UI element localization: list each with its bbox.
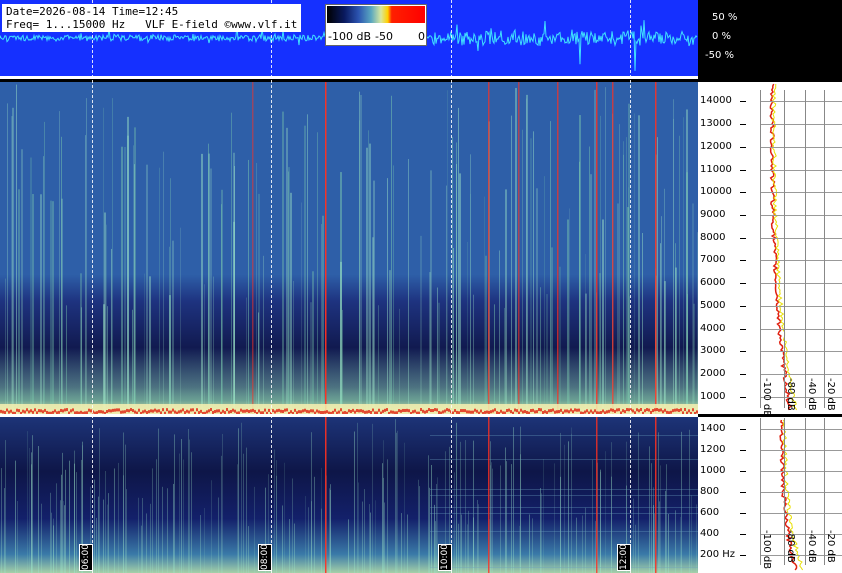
waveform-scale-50: 50 % [712, 12, 738, 23]
hour-gridline [271, 0, 272, 573]
profile-gridline [760, 373, 842, 375]
frequency-tickmark [740, 101, 746, 103]
frequency-tick-label: 800 [700, 485, 720, 497]
hour-gridline [630, 0, 631, 573]
frequency-tickmark [740, 169, 746, 171]
frequency-tickmark [740, 533, 746, 535]
profile-gridline [760, 491, 842, 493]
frequency-tickmark [740, 470, 746, 472]
info-frequency: Freq= 1...15000 Hz VLF E-field ©www.vlf.… [6, 18, 298, 31]
profile-gridline [760, 283, 842, 285]
color-scale-bar [327, 6, 425, 23]
profile-gridline [760, 169, 842, 171]
frequency-tickmark [740, 214, 746, 216]
profile-gridline [784, 90, 785, 408]
frequency-tick-label: 400 [700, 527, 720, 539]
time-marker: 12:00 [617, 544, 631, 571]
db-axis-label: -40 dB [806, 530, 817, 563]
frequency-tickmark [740, 283, 746, 285]
frequency-tick-label: 4000 [700, 322, 726, 334]
vlf-spectrogram-window: Date=2026-08-14 Time=12:45 Freq= 1...150… [0, 0, 842, 573]
waveform-panel: Date=2026-08-14 Time=12:45 Freq= 1...150… [0, 0, 698, 76]
db-axis-label: -100 dB [761, 530, 772, 570]
db-axis-label: -40 dB [806, 378, 817, 411]
time-marker: 06:00 [79, 544, 93, 571]
frequency-tickmark [740, 512, 746, 514]
profile-gridline [760, 328, 842, 330]
profile-gridline [760, 214, 842, 216]
frequency-tickmark [740, 237, 746, 239]
frequency-tick-label: 6000 [700, 277, 726, 289]
frequency-tickmark [740, 351, 746, 353]
spectrum-profile-high-band [698, 82, 842, 414]
frequency-tick-label: 1000 [700, 390, 726, 402]
db-axis-label: -20 dB [825, 378, 836, 411]
frequency-tick-label: 7000 [700, 254, 726, 266]
profile-gridline [760, 512, 842, 514]
frequency-tickmark [740, 192, 746, 194]
profile-gridline [760, 428, 842, 430]
spectrogram-low-band [0, 417, 698, 573]
waveform-scale-0: 0 % [712, 31, 732, 42]
frequency-tick-label: 600 [700, 506, 720, 518]
frequency-tick-label: 200 Hz [700, 548, 736, 560]
profile-gridline [760, 192, 842, 194]
frequency-tick-label: 14000 [700, 95, 732, 107]
panel-separator [0, 76, 698, 79]
frequency-tick-label: 2000 [700, 367, 726, 379]
frequency-tickmark [740, 146, 746, 148]
scale-label-max: 0 [418, 30, 425, 43]
profile-gridline [760, 449, 842, 451]
time-marker: 08:00 [258, 544, 272, 571]
frequency-tick-label: 8000 [700, 231, 726, 243]
frequency-tickmark [740, 328, 746, 330]
frequency-tickmark [740, 396, 746, 398]
signal-streaks [0, 82, 698, 414]
frequency-tickmark [740, 428, 746, 430]
profile-gridline [760, 260, 842, 262]
frequency-tickmark [740, 554, 746, 556]
signal-streaks [1, 417, 698, 573]
scale-label-mid: -50 [375, 30, 393, 43]
frequency-tick-label: 1400 [700, 422, 726, 434]
frequency-tick-label: 10000 [700, 186, 732, 198]
time-marker: 10:00 [438, 544, 452, 571]
frequency-tickmark [740, 260, 746, 262]
profile-gridline [824, 90, 825, 408]
frequency-tickmark [740, 124, 746, 126]
frequency-tickmark [740, 491, 746, 493]
profile-gridline [760, 237, 842, 239]
frequency-tick-label: 3000 [700, 345, 726, 357]
scale-label-min: -100 dB [328, 30, 371, 43]
hour-gridline [92, 0, 93, 573]
spectrogram-high-band [0, 82, 698, 414]
hour-gridline [451, 0, 452, 573]
profile-gridline [760, 124, 842, 126]
profile-gridline [760, 305, 842, 307]
frequency-tick-label: 1200 [700, 443, 726, 455]
db-axis-label: -20 dB [825, 530, 836, 563]
profile-gridline [760, 470, 842, 472]
waveform-scale-neg50: -50 % [705, 50, 735, 61]
db-axis-label: -80 dB [785, 378, 796, 411]
profile-gridline [760, 90, 761, 408]
frequency-tickmark [740, 373, 746, 375]
info-box: Date=2026-08-14 Time=12:45 Freq= 1...150… [2, 4, 302, 32]
color-scale-legend: -100 dB -50 0 [325, 4, 427, 46]
db-axis-label: -100 dB [761, 378, 772, 418]
frequency-tick-label: 1000 [700, 464, 726, 476]
frequency-tick-label: 5000 [700, 299, 726, 311]
profile-gridline [805, 90, 806, 408]
frequency-tick-label: 13000 [700, 118, 732, 130]
frequency-tick-label: 12000 [700, 140, 732, 152]
frequency-tick-label: 11000 [700, 163, 732, 175]
frequency-tickmark [740, 305, 746, 307]
profile-gridline [760, 351, 842, 353]
profile-gridline [760, 101, 842, 103]
db-axis-label: -80 dB [785, 530, 796, 563]
frequency-tickmark [740, 449, 746, 451]
frequency-tick-label: 9000 [700, 208, 726, 220]
profile-gridline [760, 146, 842, 148]
